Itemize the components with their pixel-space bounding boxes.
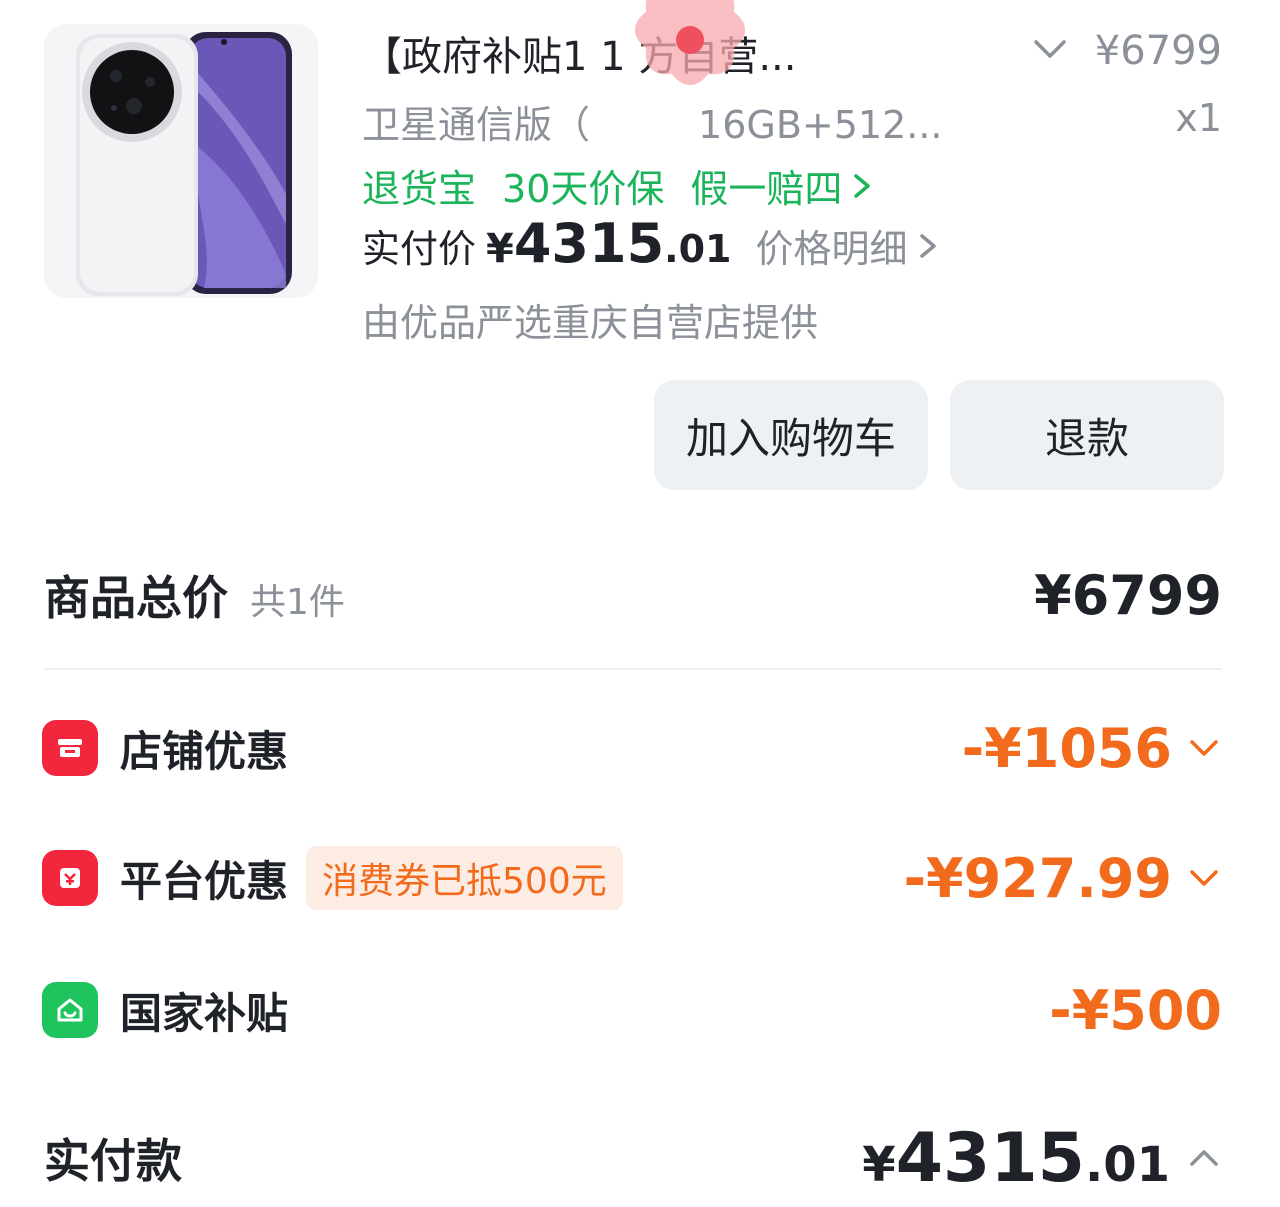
final-payment-row[interactable]: 实付款 ¥4315.01 xyxy=(44,1110,1222,1206)
chevron-down-icon xyxy=(1190,870,1218,886)
store-icon xyxy=(42,720,98,776)
paid-price-line: 实付价 ¥4315.01 价格明细 xyxy=(362,212,940,275)
national-subsidy-row: 国家补贴 -¥500 xyxy=(42,970,1222,1050)
platform-discount-value: -¥927.99 xyxy=(903,846,1172,910)
divider xyxy=(44,668,1222,670)
paid-price-amount: ¥4315.01 xyxy=(486,212,732,275)
refund-button[interactable]: 退款 xyxy=(950,380,1224,490)
final-payment-amount: ¥4315.01 xyxy=(862,1118,1170,1198)
goods-total-label: 商品总价 xyxy=(44,571,228,625)
chevron-right-icon xyxy=(854,173,871,198)
phone-illustration xyxy=(76,32,292,296)
chevron-down-icon[interactable] xyxy=(1030,30,1070,70)
tag-fake-compensation: 假一赔四 xyxy=(690,167,843,211)
national-subsidy-value: -¥500 xyxy=(1049,978,1222,1042)
service-tags[interactable]: 退货宝 30天价保 假一赔四 xyxy=(362,158,874,213)
price-detail-label: 价格明细 xyxy=(755,227,908,271)
platform-discount-label: 平台优惠 xyxy=(120,856,289,906)
goods-total-count: 共1件 xyxy=(250,582,345,623)
phone-product-image[interactable] xyxy=(44,24,318,298)
product-card: 【政府补贴1 1 方自营... ¥6799 卫星通信版（ 16GB+512... … xyxy=(0,0,1280,345)
tag-price-protect: 30天价保 xyxy=(502,167,665,211)
price-detail-link[interactable]: 价格明细 xyxy=(755,218,939,273)
coupon-badge: 消费券已抵500元 xyxy=(306,846,623,910)
platform-discount-row[interactable]: 平台优惠 消费券已抵500元 -¥927.99 xyxy=(42,838,1222,918)
store-discount-row[interactable]: 店铺优惠 -¥1056 xyxy=(42,708,1222,788)
seller-info: 由优品严选重庆自营店提供 xyxy=(362,301,819,345)
quantity: x1 xyxy=(1175,96,1222,140)
chevron-right-icon xyxy=(919,233,936,258)
chevron-up-icon[interactable] xyxy=(1186,1140,1222,1176)
product-spec: 卫星通信版（ 16GB+512... xyxy=(362,94,943,149)
chevron-down-icon xyxy=(1190,740,1218,756)
spec-tail: 16GB+512... xyxy=(698,103,943,147)
unit-price: ¥6799 xyxy=(1094,28,1222,74)
store-discount-label: 店铺优惠 xyxy=(120,726,289,776)
home-subsidy-icon xyxy=(42,982,98,1038)
add-to-cart-button[interactable]: 加入购物车 xyxy=(654,380,928,490)
goods-total-row: 商品总价 共1件 ¥6799 xyxy=(44,560,1222,630)
final-payment-label: 实付款 xyxy=(44,1134,182,1188)
gift-icon xyxy=(42,850,98,906)
tag-return-insurance: 退货宝 xyxy=(362,167,477,211)
paid-price-label: 实付价 xyxy=(362,227,477,271)
goods-total-value: ¥6799 xyxy=(1034,563,1222,627)
national-subsidy-label: 国家补贴 xyxy=(120,988,289,1038)
store-discount-value: -¥1056 xyxy=(961,716,1172,780)
spec-text: 卫星通信版（ xyxy=(362,103,591,147)
